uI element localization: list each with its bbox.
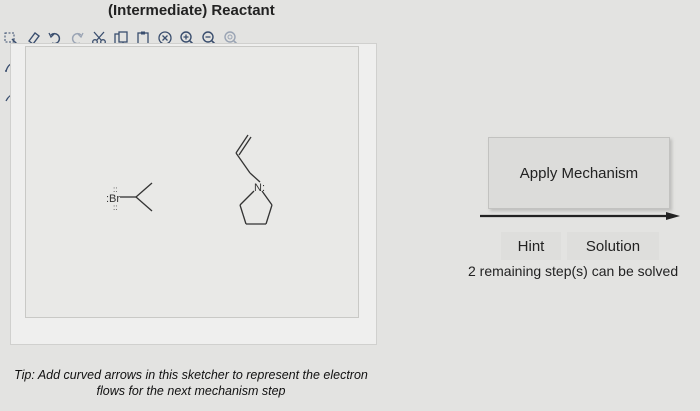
hint-button[interactable]: Hint bbox=[501, 232, 561, 260]
isopropyl-bromide-molecule[interactable]: :Br :: :: bbox=[76, 159, 186, 229]
nitrogen-atom-label: N: bbox=[254, 182, 265, 194]
remaining-steps-text: 2 remaining step(s) can be solved bbox=[468, 263, 679, 279]
bromine-lone-pair-bottom: :: bbox=[113, 203, 117, 212]
bromine-lone-pair: :: bbox=[113, 185, 117, 194]
tip-text: Tip: Add curved arrows in this sketcher … bbox=[14, 368, 368, 398]
solution-button[interactable]: Solution bbox=[567, 232, 659, 260]
reaction-arrow-icon bbox=[480, 212, 680, 220]
vinyl-pyrrolidine-molecule[interactable]: N: bbox=[216, 129, 296, 239]
page-title: (Intermediate) Reactant bbox=[108, 2, 275, 19]
sketcher-canvas-frame: :Br :: :: N: bbox=[10, 43, 377, 345]
apply-mechanism-button[interactable]: Apply Mechanism bbox=[488, 137, 670, 209]
sketcher-canvas[interactable]: :Br :: :: N: bbox=[25, 46, 359, 318]
